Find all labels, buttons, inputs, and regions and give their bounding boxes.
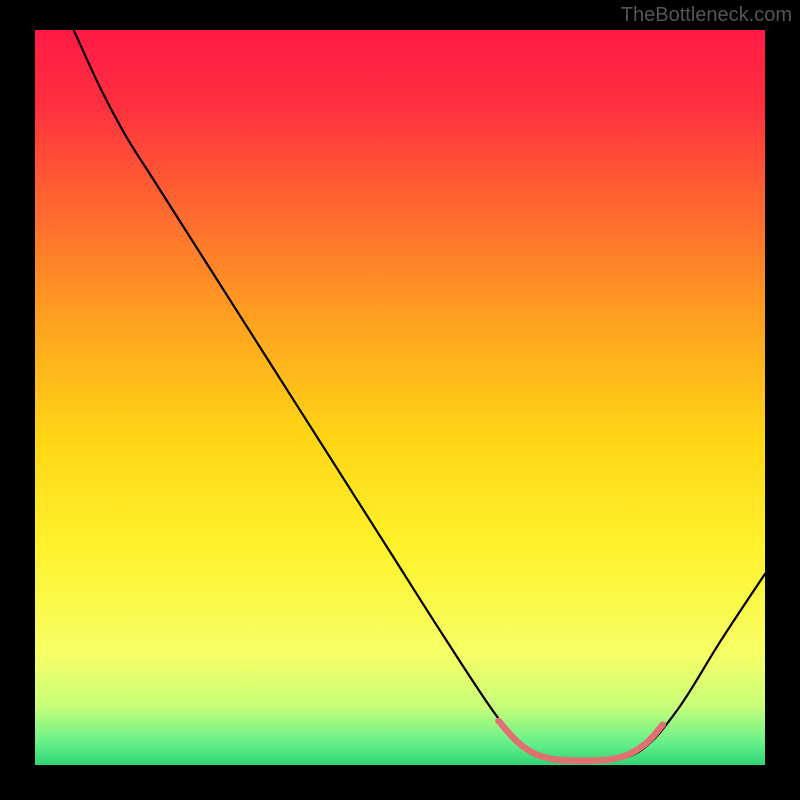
bottleneck-chart [0,0,800,800]
chart-container: TheBottleneck.com [0,0,800,800]
chart-gradient-background [35,30,765,765]
watermark-text: TheBottleneck.com [621,4,792,27]
